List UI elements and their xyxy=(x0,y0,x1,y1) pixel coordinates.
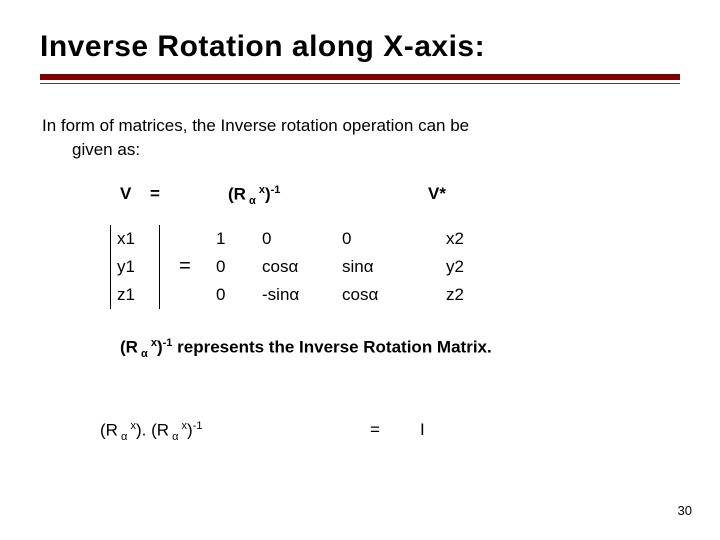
note-r-exp: -1 xyxy=(163,337,173,349)
m22: cosα xyxy=(262,257,324,277)
b-open: (R xyxy=(151,420,169,439)
matrix-col-2: 0 cosα -sinα xyxy=(256,225,336,309)
matrix-equation-row: x1 y1 z1 = 1 0 0 0 cosα -sinα 0 sinα cos… xyxy=(40,225,680,309)
m21: 0 xyxy=(216,257,244,277)
r-open: (R xyxy=(228,184,246,203)
slide-number: 30 xyxy=(678,503,692,518)
m23: sinα xyxy=(342,257,394,277)
dot: . xyxy=(142,420,151,439)
m12: 0 xyxy=(262,229,324,249)
v-y2: y2 xyxy=(446,257,496,277)
note-r-open: (R xyxy=(120,337,138,356)
b-exp: -1 xyxy=(193,420,203,432)
note-r-sub: α xyxy=(138,348,151,360)
equation-header-row: V = (R α x)-1 V* xyxy=(40,184,680,207)
identity-rhs: I xyxy=(420,420,425,440)
b-sub: α xyxy=(169,431,181,443)
r-sub: α xyxy=(246,195,259,207)
identity-eq: = xyxy=(330,420,420,440)
a-open: (R xyxy=(100,420,118,439)
intro-line-2: given as: xyxy=(42,138,680,162)
intro-line-1: In form of matrices, the Inverse rotatio… xyxy=(42,116,469,135)
m32: -sinα xyxy=(262,285,324,305)
m33: cosα xyxy=(342,285,394,305)
slide-title: Inverse Rotation along X-axis: xyxy=(40,30,680,64)
r-exp: -1 xyxy=(271,184,281,196)
v-x2: x2 xyxy=(446,229,496,249)
v-z2: z2 xyxy=(446,285,496,305)
header-r-inverse: (R α x)-1 xyxy=(228,184,428,207)
title-underline-thick xyxy=(40,74,680,80)
m13: 0 xyxy=(342,229,394,249)
v-z1: z1 xyxy=(117,285,155,305)
identity-lhs: (R α x). (R α x)-1 xyxy=(100,420,330,443)
a-sub: α xyxy=(118,431,130,443)
v-y1: y1 xyxy=(117,257,155,277)
title-underline-thin xyxy=(40,83,680,84)
vector-vstar: x2 y2 z2 xyxy=(446,225,496,309)
matrix-col-3: 0 sinα cosα xyxy=(336,225,406,309)
matrix-col-1: 1 0 0 xyxy=(210,225,256,309)
intro-text: In form of matrices, the Inverse rotatio… xyxy=(40,114,680,162)
vector-v: x1 y1 z1 xyxy=(110,225,160,309)
note-line: (R α x)-1 represents the Inverse Rotatio… xyxy=(40,337,680,360)
v-x1: x1 xyxy=(117,229,155,249)
m11: 1 xyxy=(216,229,244,249)
header-v: V xyxy=(40,184,150,207)
identity-equation: (R α x). (R α x)-1 = I xyxy=(40,420,680,443)
m31: 0 xyxy=(216,285,244,305)
equals-sign: = xyxy=(160,255,210,278)
note-rest: represents the Inverse Rotation Matrix. xyxy=(172,337,491,356)
header-eq: = xyxy=(150,184,228,207)
header-vstar: V* xyxy=(428,184,446,207)
